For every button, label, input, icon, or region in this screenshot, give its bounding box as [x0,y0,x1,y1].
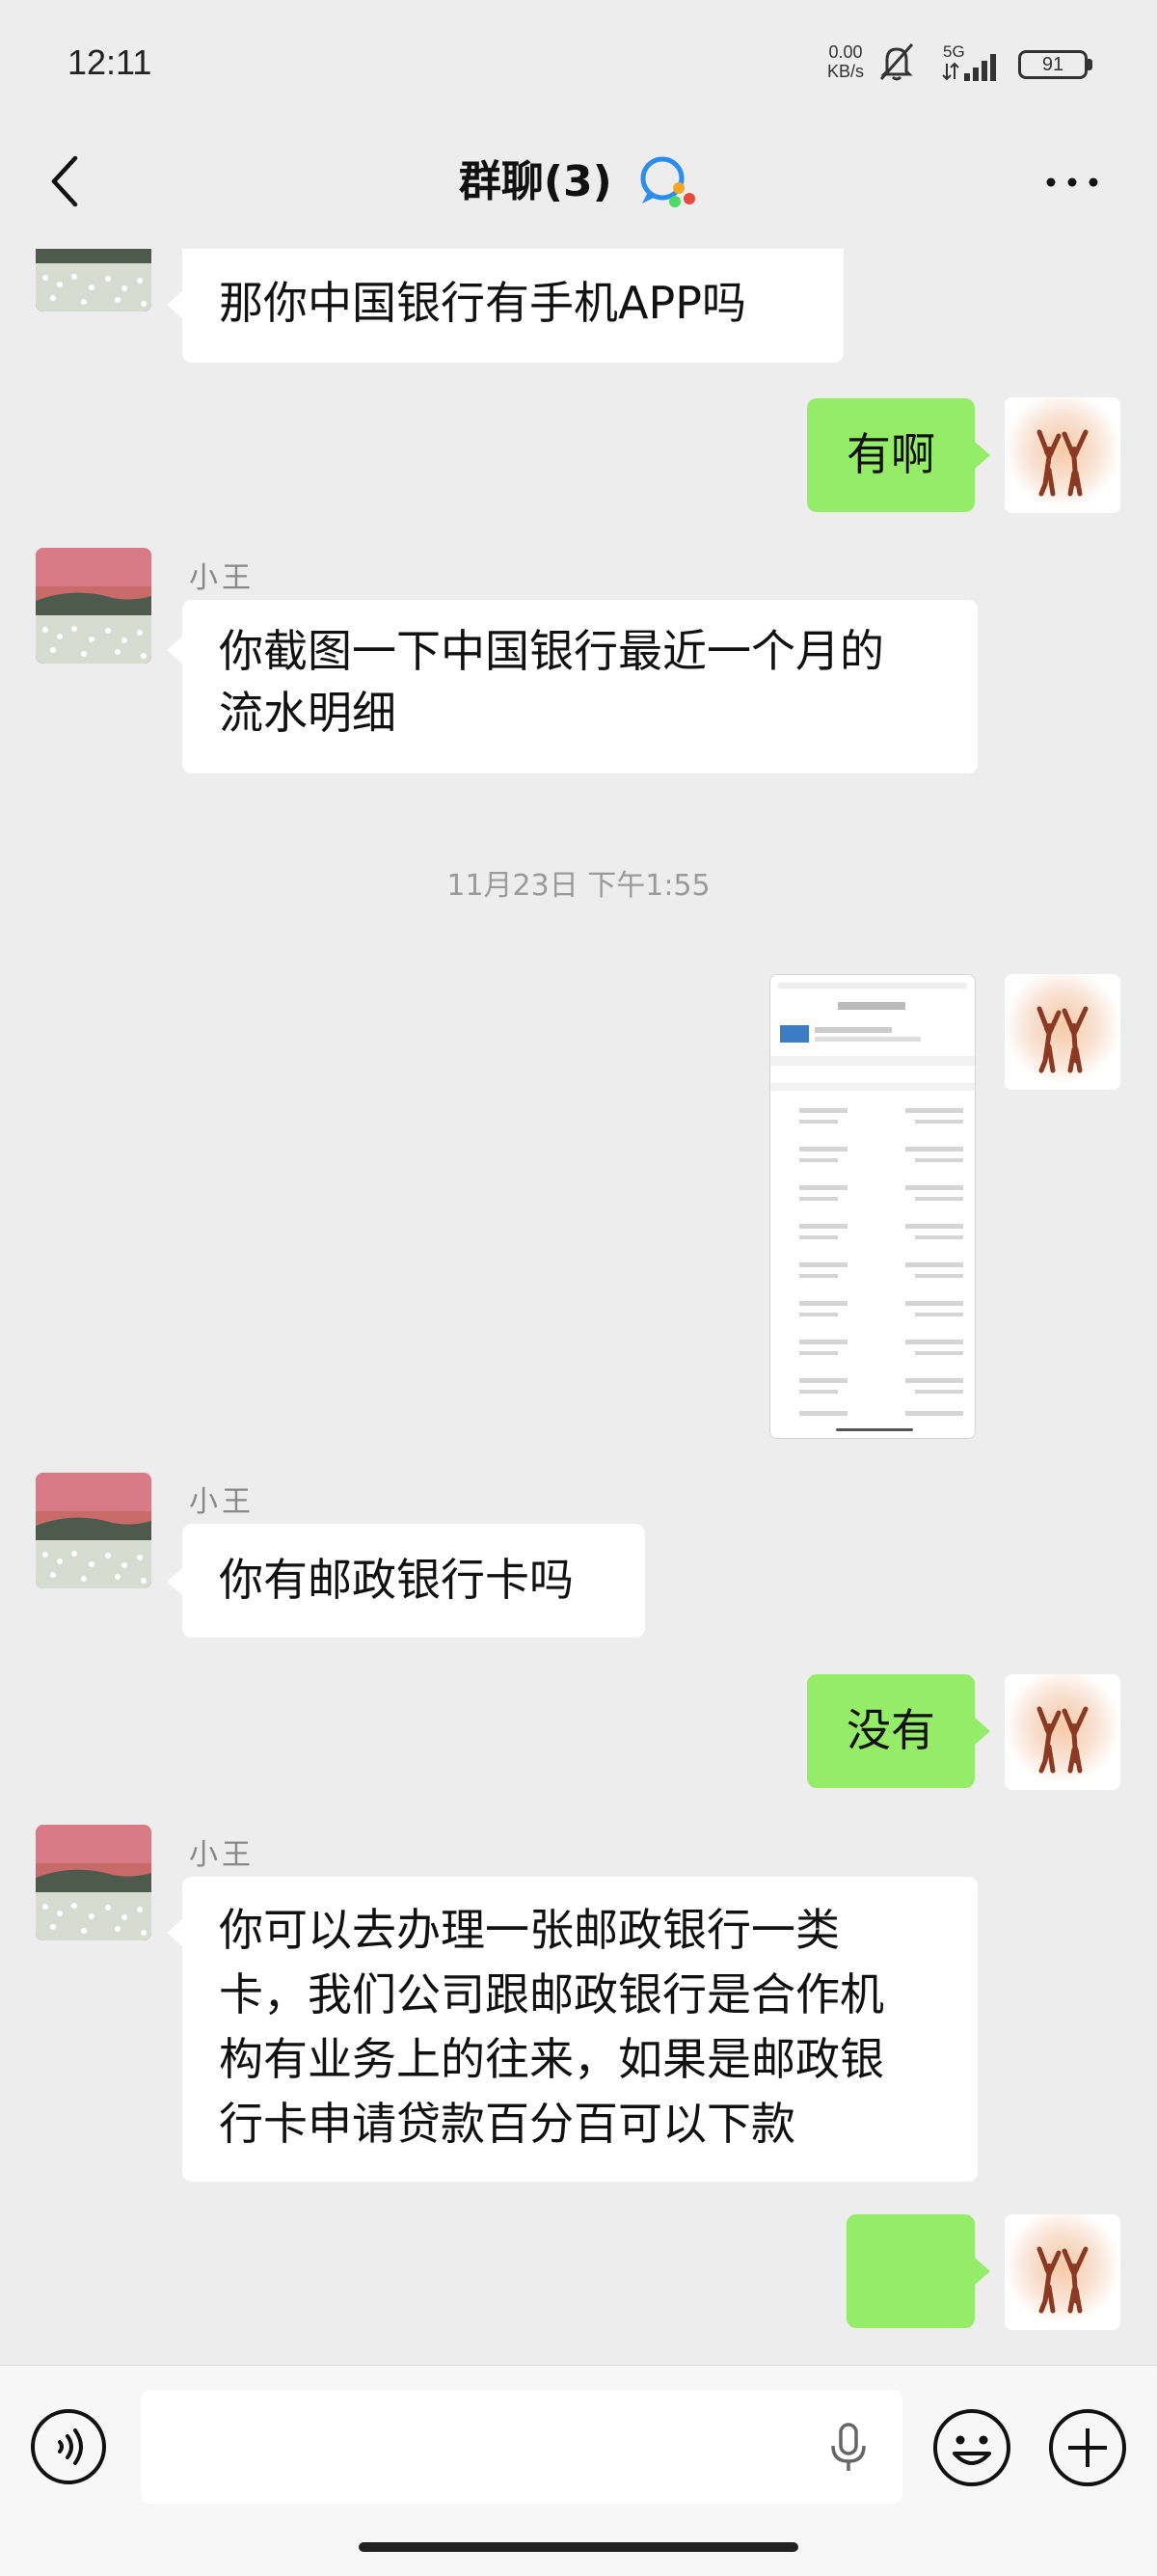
bubble-tail [167,291,182,318]
sender-name: 小王 [189,1838,255,1872]
message-timestamp: 11月23日 下午1:55 [446,869,711,903]
bubble-tail [167,637,182,664]
status-time-overlay: 12:11 [67,42,152,82]
group-chat-overlay-icon [640,156,696,207]
add-more-icon[interactable] [1047,2407,1128,2488]
sender-name: 小王 [189,561,255,595]
message-bubble-incoming[interactable]: 你有邮政银行卡吗 [182,1524,645,1638]
battery-overlay: 91 [1018,50,1088,79]
my-avatar[interactable] [1005,2214,1120,2330]
my-avatar[interactable] [1005,397,1120,513]
voice-input-toggle-icon[interactable] [29,2407,108,2486]
microphone-icon[interactable] [827,2421,870,2475]
message-bubble-outgoing[interactable]: 有啊 [807,398,975,512]
image-message[interactable] [769,974,976,1439]
contact-avatar[interactable] [36,548,151,664]
bubble-tail [975,1718,990,1745]
message-input[interactable] [141,2390,902,2504]
do-not-disturb-overlay-icon [879,43,914,81]
network-speed-overlay: 0.00 KB/s [821,42,870,81]
bubble-tail [975,2258,990,2285]
chat-title-overlay: 群聊(3) [0,147,1157,216]
message-bubble-outgoing[interactable] [847,2214,975,2426]
contact-avatar[interactable] [36,1825,151,1940]
bubble-tail [167,1919,182,1946]
emoji-icon[interactable] [931,2407,1012,2488]
my-avatar[interactable] [1005,974,1120,1090]
battery-tip-overlay [1088,59,1092,70]
home-indicator [359,2542,798,2552]
network-speed-overlay-unit: KB/s [826,62,864,81]
bubble-tail [167,1568,182,1595]
bubble-tail [975,442,990,469]
message-bubble-incoming[interactable]: 那你中国银行有手机APP吗 [182,249,844,363]
message-bubble-outgoing[interactable]: 没有 [807,1674,975,1788]
more-options-overlay-icon[interactable] [1043,170,1101,195]
signal-strength-overlay-icon [942,54,996,81]
contact-avatar-partial[interactable] [36,249,151,312]
message-bubble-incoming[interactable]: 你截图一下中国银行最近一个月的 流水明细 [182,600,978,773]
contact-avatar[interactable] [36,1473,151,1588]
transaction-screenshot-thumbnail [770,975,975,1438]
sender-name: 小王 [189,1485,255,1519]
chat-title-overlay-text: 群聊(3) [458,157,612,206]
message-bubble-incoming[interactable]: 你可以去办理一张邮政银行一类 卡，我们公司跟邮政银行是合作机 构有业务上的往来，… [182,1877,978,2182]
network-speed-overlay-value: 0.00 [828,42,863,62]
my-avatar[interactable] [1005,1674,1120,1790]
